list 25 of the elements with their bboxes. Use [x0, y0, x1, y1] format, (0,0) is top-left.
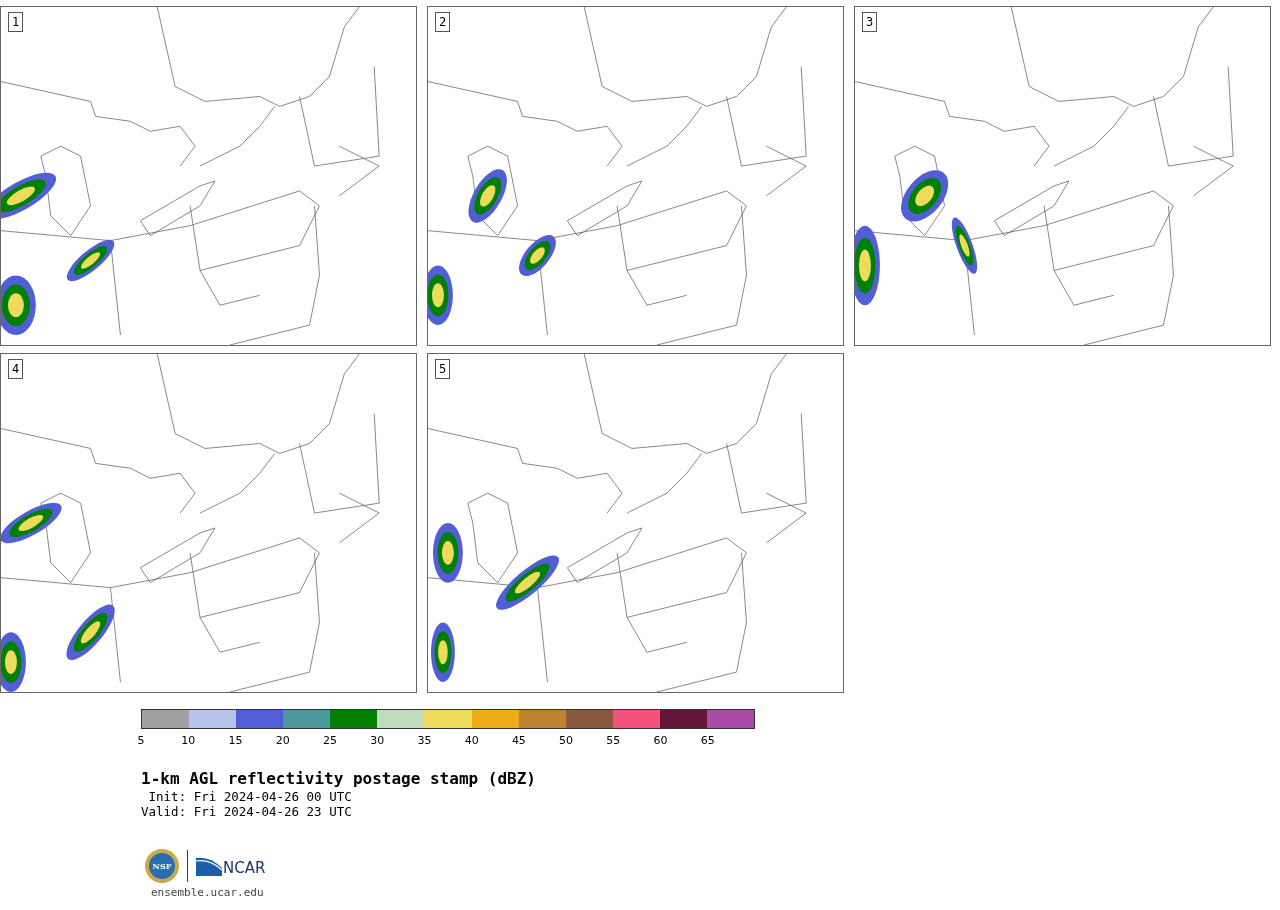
valid-time: Valid: Fri 2024-04-26 23 UTC	[141, 804, 352, 819]
tick-label: 45	[511, 735, 526, 747]
ncar-logo: NCAR	[196, 856, 266, 876]
tick-label: 25	[322, 735, 337, 747]
tick-label: 55	[606, 735, 621, 747]
footer-url[interactable]: ensemble.ucar.edu	[151, 886, 264, 899]
tick-label: 50	[559, 735, 574, 747]
panel-number: 2	[435, 12, 451, 32]
tick-label: 60	[653, 735, 668, 747]
panel-number: 4	[8, 359, 24, 379]
tick-label: 30	[370, 735, 385, 747]
tick-label: 10	[181, 735, 196, 747]
init-time: Init: Fri 2024-04-26 00 UTC	[147, 789, 352, 804]
panel-number: 1	[8, 12, 24, 32]
swoosh-icon	[196, 856, 222, 876]
tick-label: 65	[700, 735, 715, 747]
tick-label: 20	[275, 735, 290, 747]
tick-label: 5	[137, 735, 145, 747]
tick-label: 15	[228, 735, 243, 747]
tick-label: 40	[464, 735, 479, 747]
tick-label: 35	[417, 735, 432, 747]
nsf-logo: NSF	[145, 849, 179, 883]
panel-number: 3	[862, 12, 878, 32]
panel-number: 5	[435, 359, 451, 379]
chart-title: 1-km AGL reflectivity postage stamp (dBZ)	[141, 769, 536, 789]
